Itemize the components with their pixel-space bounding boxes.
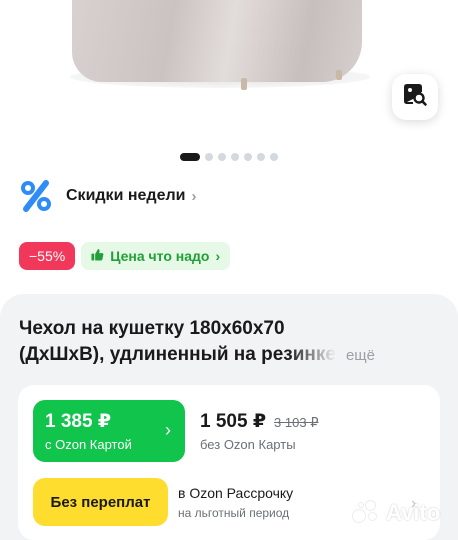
product-image-leg [241,78,247,90]
weekly-deals-label: Скидки недели [66,187,186,204]
product-title-line: Чехол на кушетку 180х60х70 [19,318,285,339]
product-image [72,0,362,82]
gallery-dot[interactable] [218,153,226,161]
ozon-card-price-button[interactable]: 1 385 ₽ с Ozon Картой › [33,400,185,462]
product-title: Чехол на кушетку 180х60х70 (ДхШхВ), удли… [19,316,444,369]
product-badges: −55% Цена что надо › [19,242,231,270]
regular-price-block: 1 505 ₽ 3 103 ₽ без Ozon Карты [200,410,318,452]
ozon-card-label: с Ozon Картой [45,437,132,452]
show-more-link[interactable]: ещё [346,343,375,369]
gallery-dot[interactable] [270,153,278,161]
gallery-dot[interactable] [257,153,265,161]
discount-badge: −55% [19,242,76,270]
weekly-deals-link[interactable]: Скидки недели › [18,178,196,214]
chevron-right-icon: › [215,248,221,264]
photo-search-icon [402,83,428,112]
good-price-label: Цена что надо [110,248,210,264]
avito-logo-text: Avito [386,500,441,525]
installment-button[interactable]: Без переплат [33,478,168,526]
good-price-badge[interactable]: Цена что надо › [81,242,231,270]
product-photo[interactable] [0,0,458,178]
ozon-card-price: 1 385 ₽ [45,411,112,432]
installment-title: в Ozon Рассрочку [178,485,294,501]
chevron-right-icon: › [165,420,171,440]
product-image-leg [336,70,342,80]
gallery-pagination [180,153,278,161]
thumbs-up-icon [91,248,104,264]
gallery-dot[interactable] [244,153,252,161]
photo-search-button[interactable] [392,74,438,120]
product-title-line: (ДхШхВ), удлиненный на резинке [19,344,336,365]
gallery-dot[interactable] [231,153,239,161]
percent-icon [18,178,54,214]
gallery-dot[interactable] [205,153,213,161]
installment-info[interactable]: в Ozon Рассрочку на льготный период [178,485,293,520]
old-price: 3 103 ₽ [274,415,319,430]
avito-watermark: Avito [352,500,440,526]
gallery-dot-active[interactable] [180,153,200,161]
regular-price-label: без Ozon Карты [200,437,296,452]
regular-price: 1 505 ₽ [200,411,267,432]
installment-subtitle: на льготный период [178,506,290,520]
chevron-right-icon: › [191,187,197,205]
avito-logo-icon [352,500,382,526]
